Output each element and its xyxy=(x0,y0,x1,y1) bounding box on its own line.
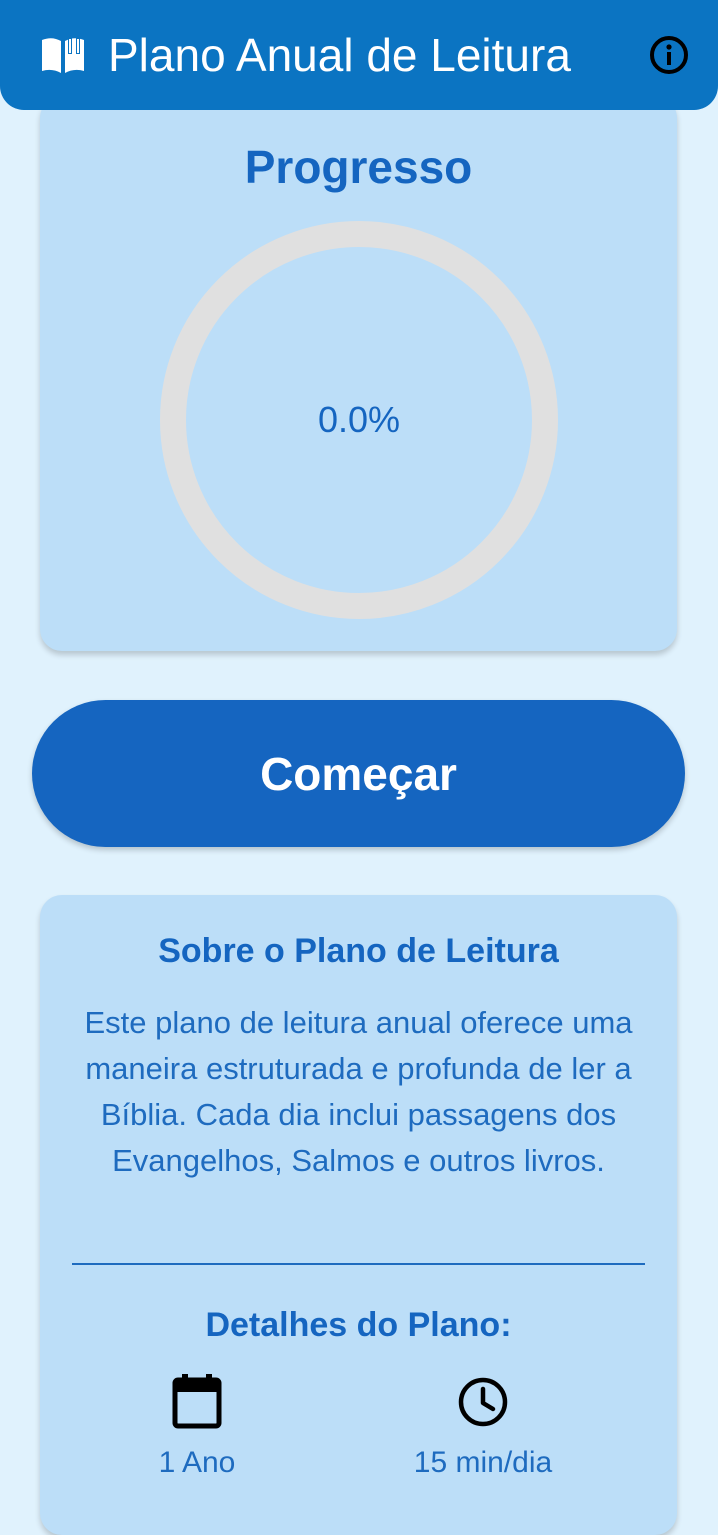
app-title: Plano Anual de Leitura xyxy=(108,29,571,81)
about-title: Sobre o Plano de Leitura xyxy=(158,932,559,970)
clock-icon xyxy=(373,1374,593,1430)
detail-duration-label: 1 Ano xyxy=(158,1446,236,1479)
book-open-icon xyxy=(40,36,86,74)
calendar-icon xyxy=(87,1374,307,1430)
info-icon[interactable] xyxy=(648,34,690,76)
app-bar: Plano Anual de Leitura xyxy=(0,0,718,110)
start-button[interactable]: Começar xyxy=(32,700,685,847)
detail-time: 15 min/dia xyxy=(373,1374,593,1494)
details-title: Detalhes do Plano: xyxy=(205,1306,512,1344)
progress-percent: 0.0% xyxy=(317,399,401,440)
detail-duration: 1 Ano xyxy=(87,1374,307,1494)
about-description: Este plano de leitura anual oferece uma … xyxy=(84,1005,633,1178)
progress-heading: Progresso xyxy=(244,141,473,193)
progress-ring: 0.0% xyxy=(159,220,559,620)
detail-time-label: 15 min/dia xyxy=(413,1446,553,1479)
divider xyxy=(72,1263,645,1265)
progress-card: Progresso 0.0% xyxy=(40,96,677,651)
